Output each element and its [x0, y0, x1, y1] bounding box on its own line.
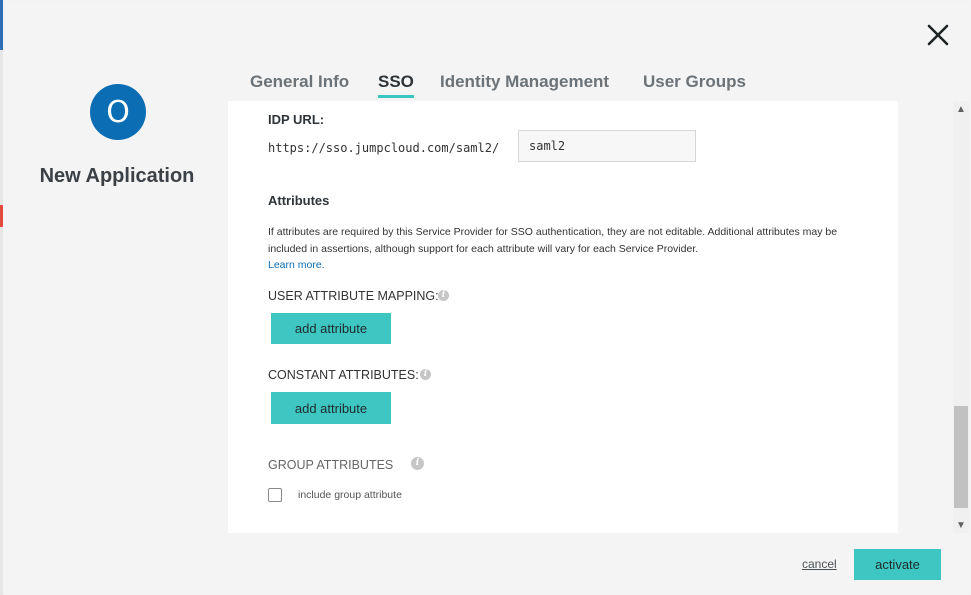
attributes-heading: Attributes — [268, 193, 330, 208]
cancel-link[interactable]: cancel — [802, 557, 837, 571]
scroll-up-arrow-icon[interactable]: ▲ — [953, 101, 969, 117]
tab-general-info[interactable]: General Info — [250, 72, 349, 92]
idp-url-label: IDP URL: — [268, 112, 325, 127]
info-icon[interactable]: i — [420, 369, 431, 380]
group-attributes-label: GROUP ATTRIBUTES — [268, 458, 394, 472]
idp-url-input[interactable] — [518, 130, 696, 162]
include-group-attribute-label[interactable]: include group attribute — [298, 487, 408, 503]
sso-settings-panel: IDP URL: https://sso.jumpcloud.com/saml2… — [228, 101, 898, 533]
scroll-thumb[interactable] — [954, 406, 968, 508]
info-icon[interactable]: i — [411, 457, 424, 470]
app-name: New Application — [39, 165, 195, 187]
user-attribute-mapping-label: USER ATTRIBUTE MAPPING: — [268, 289, 439, 303]
app-avatar: O — [90, 84, 146, 140]
activate-button[interactable]: activate — [854, 549, 941, 580]
tab-identity-management[interactable]: Identity Management — [440, 72, 609, 92]
close-icon — [927, 24, 949, 46]
idp-url-prefix: https://sso.jumpcloud.com/saml2/ — [268, 141, 500, 155]
scroll-down-arrow-icon[interactable]: ▼ — [953, 517, 969, 533]
learn-more-link[interactable]: Learn more. — [268, 259, 325, 271]
add-user-attribute-button[interactable]: add attribute — [271, 313, 391, 344]
attributes-description: If attributes are required by this Servi… — [268, 224, 868, 274]
panel-scrollbar[interactable]: ▲ ▼ — [953, 101, 969, 533]
attributes-description-text: If attributes are required by this Servi… — [268, 226, 838, 255]
tab-sso[interactable]: SSO — [378, 72, 414, 98]
add-constant-attribute-button[interactable]: add attribute — [271, 392, 391, 424]
app-avatar-initial: O — [106, 94, 130, 130]
info-icon[interactable]: i — [438, 290, 449, 301]
close-button[interactable] — [923, 20, 953, 50]
include-group-attribute-checkbox[interactable] — [268, 488, 282, 502]
tab-user-groups[interactable]: User Groups — [643, 72, 746, 92]
constant-attributes-label: CONSTANT ATTRIBUTES: — [268, 368, 419, 382]
